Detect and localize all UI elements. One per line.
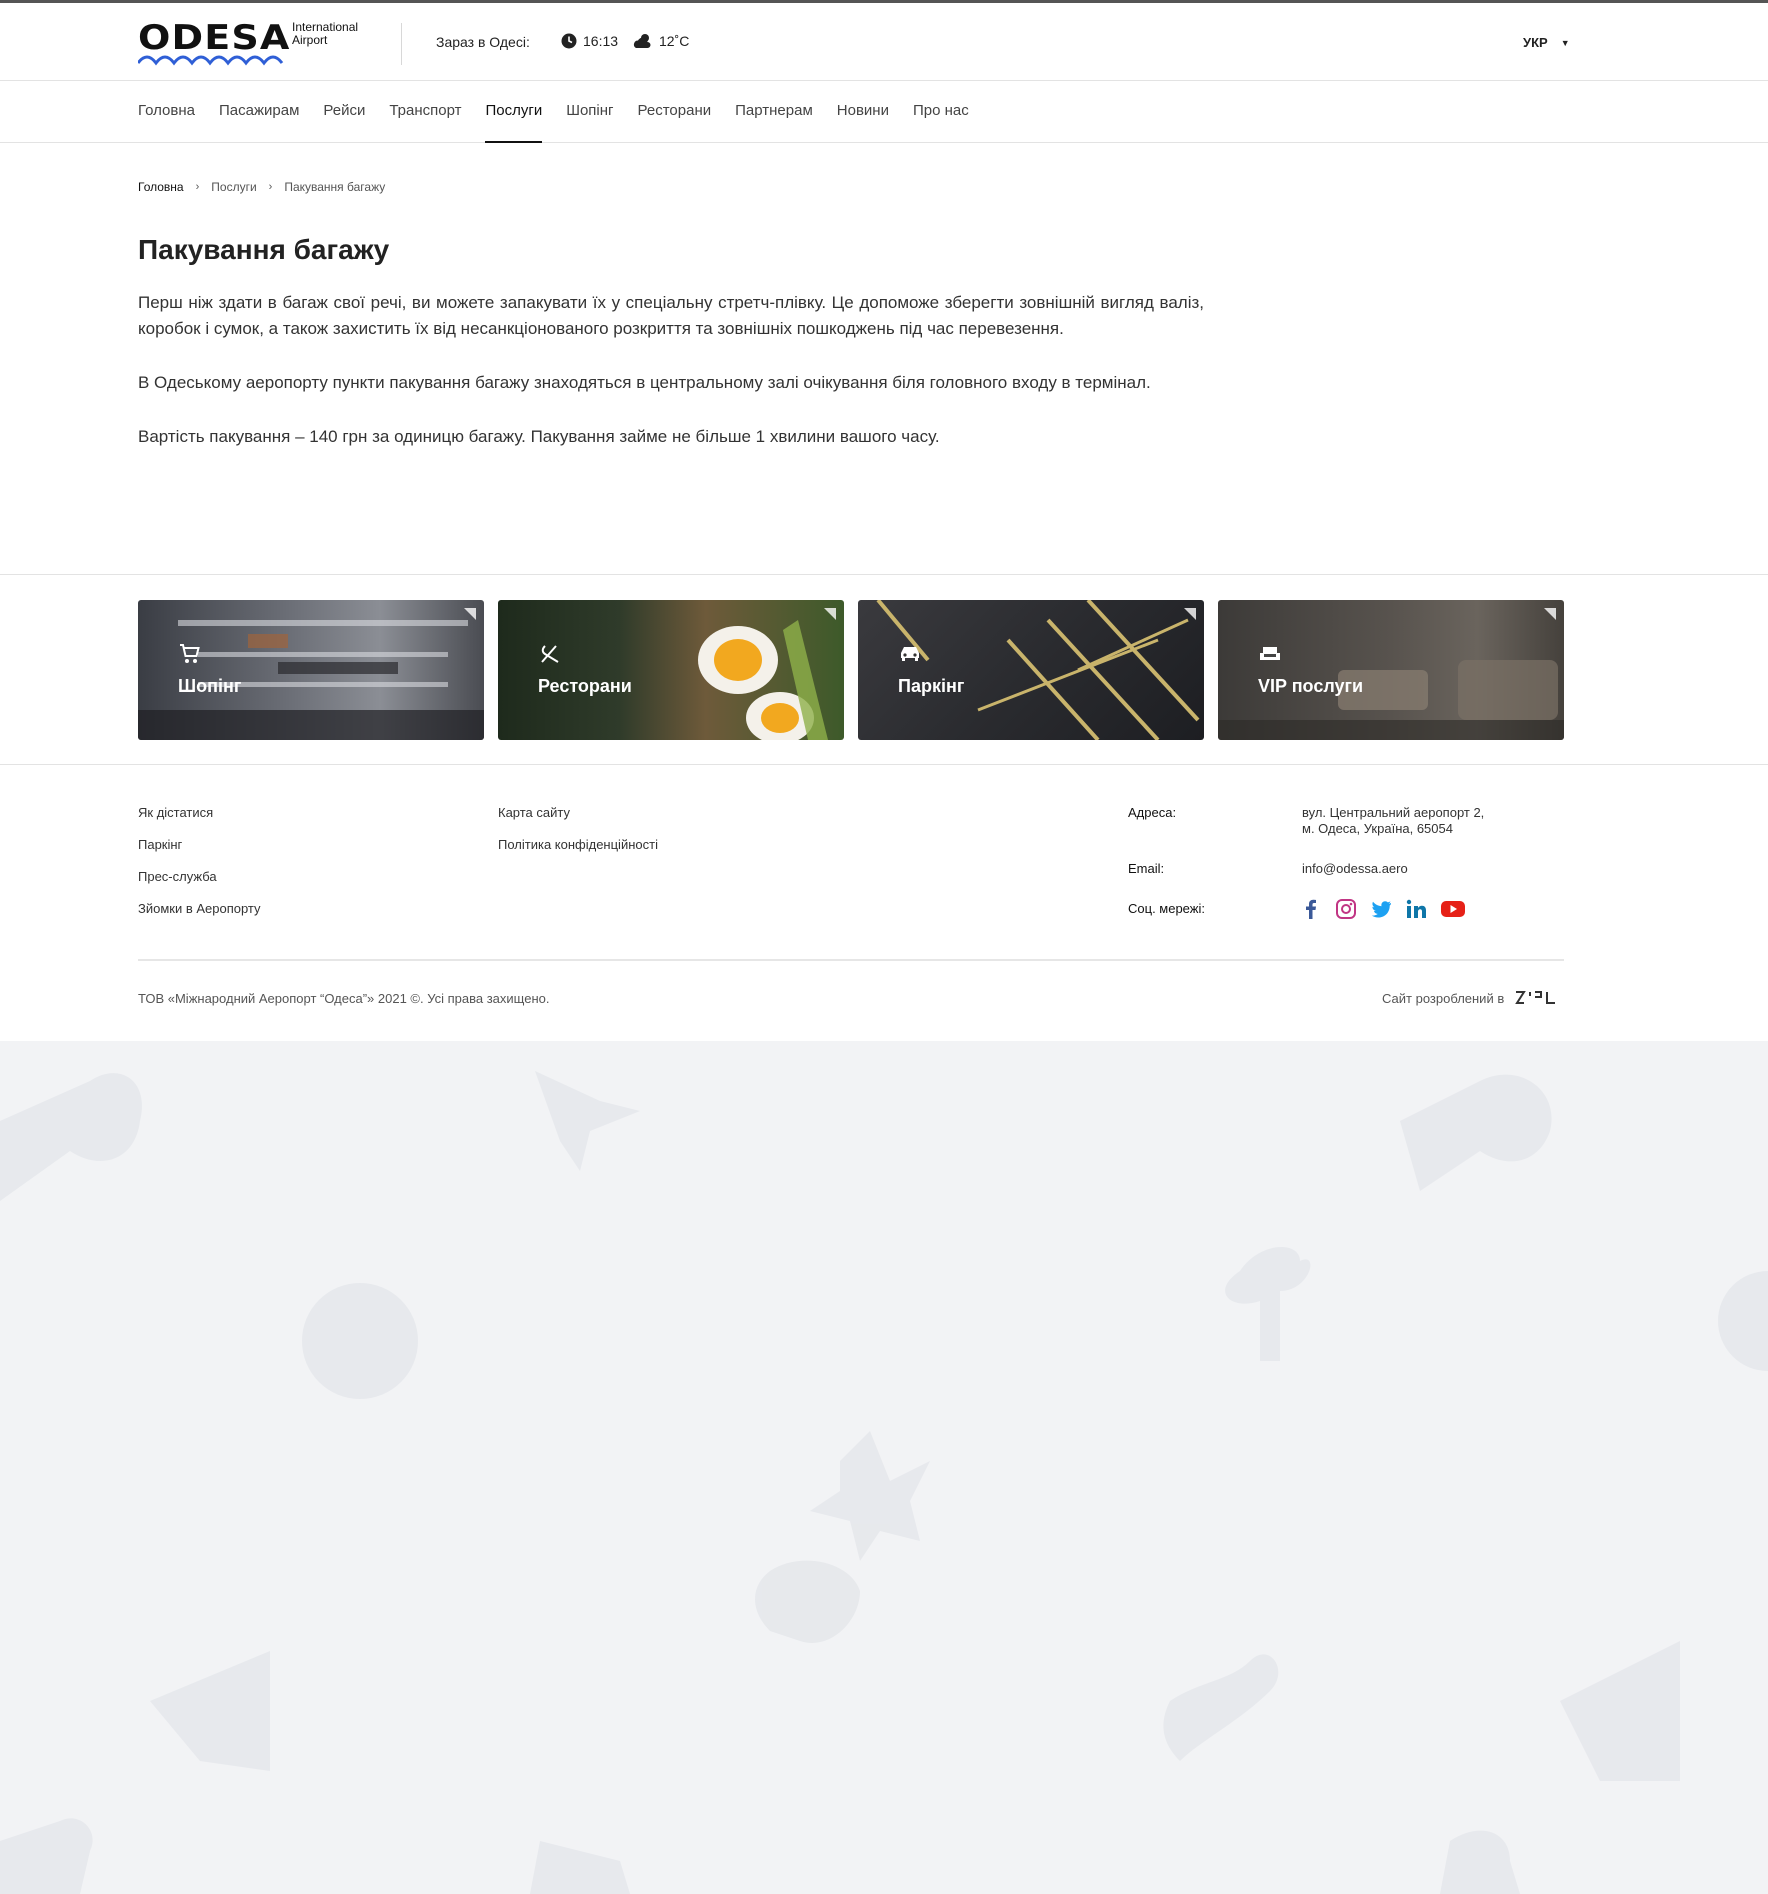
nav-item-about[interactable]: Про нас [913, 82, 969, 143]
card-restaurants[interactable]: Ресторани [498, 600, 844, 740]
sofa-icon [1260, 647, 1280, 660]
nav-item-shopping[interactable]: Шопінг [566, 82, 613, 143]
logo-wordmark: ODESA [138, 18, 291, 58]
airport-logo[interactable]: ODESA International Airport [138, 21, 378, 67]
copyright: ТОВ «Міжнародний Аеропорт “Одеса”» 2021 … [138, 991, 550, 1006]
nav-item-news[interactable]: Новини [837, 82, 889, 143]
egg-dish-image [698, 620, 828, 740]
page-body: Перш ніж здати в багаж свої речі, ви мож… [138, 290, 1204, 478]
footer-link-privacy[interactable]: Політика конфіденційності [498, 837, 658, 869]
paragraph: Перш ніж здати в багаж свої речі, ви мож… [138, 293, 1204, 338]
parking-lot-image [876, 600, 1200, 740]
developer-credit[interactable]: Сайт розроблений в [1382, 989, 1556, 1007]
social-links [1300, 898, 1466, 920]
cloud-sun-icon [633, 34, 651, 48]
local-time: 16:13 [561, 33, 618, 49]
address-line: вул. Центральний аеропорт 2, [1302, 805, 1485, 820]
facebook-icon[interactable] [1300, 898, 1322, 920]
card-label: VIP послуги [1258, 676, 1364, 696]
chevron-right-icon: › [268, 181, 273, 193]
footer-links-col2: Карта сайту Політика конфіденційності [498, 805, 658, 869]
footer-divider [138, 959, 1564, 961]
corner-marker [1544, 608, 1556, 620]
service-cards: Шопінг Ресторани Паркінг VIP послуги [138, 600, 1564, 740]
footer-link-sitemap[interactable]: Карта сайту [498, 805, 658, 837]
nav-item-restaurants[interactable]: Ресторани [638, 82, 712, 143]
temperature-value: 12˚C [659, 33, 690, 49]
email-link[interactable]: info@odessa.aero [1302, 861, 1408, 877]
language-selector[interactable]: УКР ▼ [1523, 35, 1570, 50]
card-label: Паркінг [898, 676, 965, 696]
linkedin-icon[interactable] [1405, 898, 1427, 920]
nav-item-flights[interactable]: Рейси [323, 82, 365, 143]
cart-icon [180, 644, 200, 663]
main-navigation: Головна Пасажирам Рейси Транспорт Послуг… [0, 82, 1768, 143]
twitter-icon[interactable] [1370, 898, 1392, 920]
instagram-icon[interactable] [1335, 898, 1357, 920]
footer-link-press[interactable]: Прес-служба [138, 869, 261, 901]
corner-marker [824, 608, 836, 620]
developer-logo [1515, 991, 1556, 1004]
card-label: Шопінг [178, 676, 242, 696]
breadcrumb-home[interactable]: Головна [138, 180, 184, 194]
section-divider [0, 764, 1768, 765]
footer-link-directions[interactable]: Як дістатися [138, 805, 261, 837]
paragraph: В Одеському аеропорту пункти пакування б… [138, 373, 1151, 392]
header: ODESA International Airport Зараз в Одес… [0, 3, 1768, 81]
cutlery-icon [541, 645, 559, 663]
shopping-shelves-image [138, 620, 484, 740]
chevron-right-icon: › [195, 181, 200, 193]
caret-down-icon: ▼ [1560, 37, 1570, 48]
weather: 12˚C [633, 33, 689, 49]
card-shopping[interactable]: Шопінг [138, 600, 484, 740]
footer-link-parking[interactable]: Паркінг [138, 837, 261, 869]
nav-item-passengers[interactable]: Пасажирам [219, 82, 299, 143]
now-in-odesa-label: Зараз в Одесі: [436, 34, 530, 50]
developer-label: Сайт розроблений в [1382, 990, 1505, 1006]
email-label: Email: [1128, 861, 1165, 876]
logo-subtitle: International Airport [292, 21, 358, 47]
vip-lounge-image [1218, 660, 1564, 740]
nav-item-transport[interactable]: Транспорт [389, 82, 461, 143]
address-value: вул. Центральний аеропорт 2, м. Одеса, У… [1302, 805, 1484, 837]
decorative-background-pattern [0, 1071, 1768, 1894]
paragraph: Вартість пакування – 140 грн за одиницю … [138, 427, 940, 446]
clock-icon [561, 33, 577, 49]
car-icon [901, 647, 919, 661]
social-label: Соц. мережі: [1128, 901, 1205, 916]
logo-wave-icon [138, 55, 284, 66]
section-divider [0, 574, 1768, 575]
footer-link-filming[interactable]: Зйомки в Аеропорту [138, 901, 261, 933]
page-title: Пакування багажу [138, 234, 390, 265]
breadcrumb-current: Пакування багажу [284, 180, 386, 194]
corner-marker [1184, 608, 1196, 620]
card-parking[interactable]: Паркінг [858, 600, 1204, 740]
page-content-area [0, 0, 1768, 1041]
nav-item-home[interactable]: Головна [138, 82, 195, 143]
nav-item-partners[interactable]: Партнерам [735, 82, 813, 143]
address-line: м. Одеса, Україна, 65054 [1302, 821, 1453, 836]
header-divider [401, 23, 402, 65]
nav-item-services[interactable]: Послуги [485, 82, 542, 143]
address-label: Адреса: [1128, 805, 1177, 820]
card-vip[interactable]: VIP послуги [1218, 600, 1564, 740]
time-value: 16:13 [583, 33, 619, 49]
youtube-icon[interactable] [1440, 898, 1466, 920]
breadcrumb-services[interactable]: Послуги [211, 180, 256, 194]
page: ODESA International Airport Зараз в Одес… [0, 0, 1768, 1894]
card-label: Ресторани [538, 676, 632, 696]
corner-marker [464, 608, 476, 620]
language-label: УКР [1523, 35, 1548, 50]
logo-subtitle-line2: Airport [292, 33, 328, 47]
breadcrumb: Головна › Послуги › Пакування багажу [138, 180, 385, 194]
footer-links-col1: Як дістатися Паркінг Прес-служба Зйомки … [138, 805, 261, 933]
